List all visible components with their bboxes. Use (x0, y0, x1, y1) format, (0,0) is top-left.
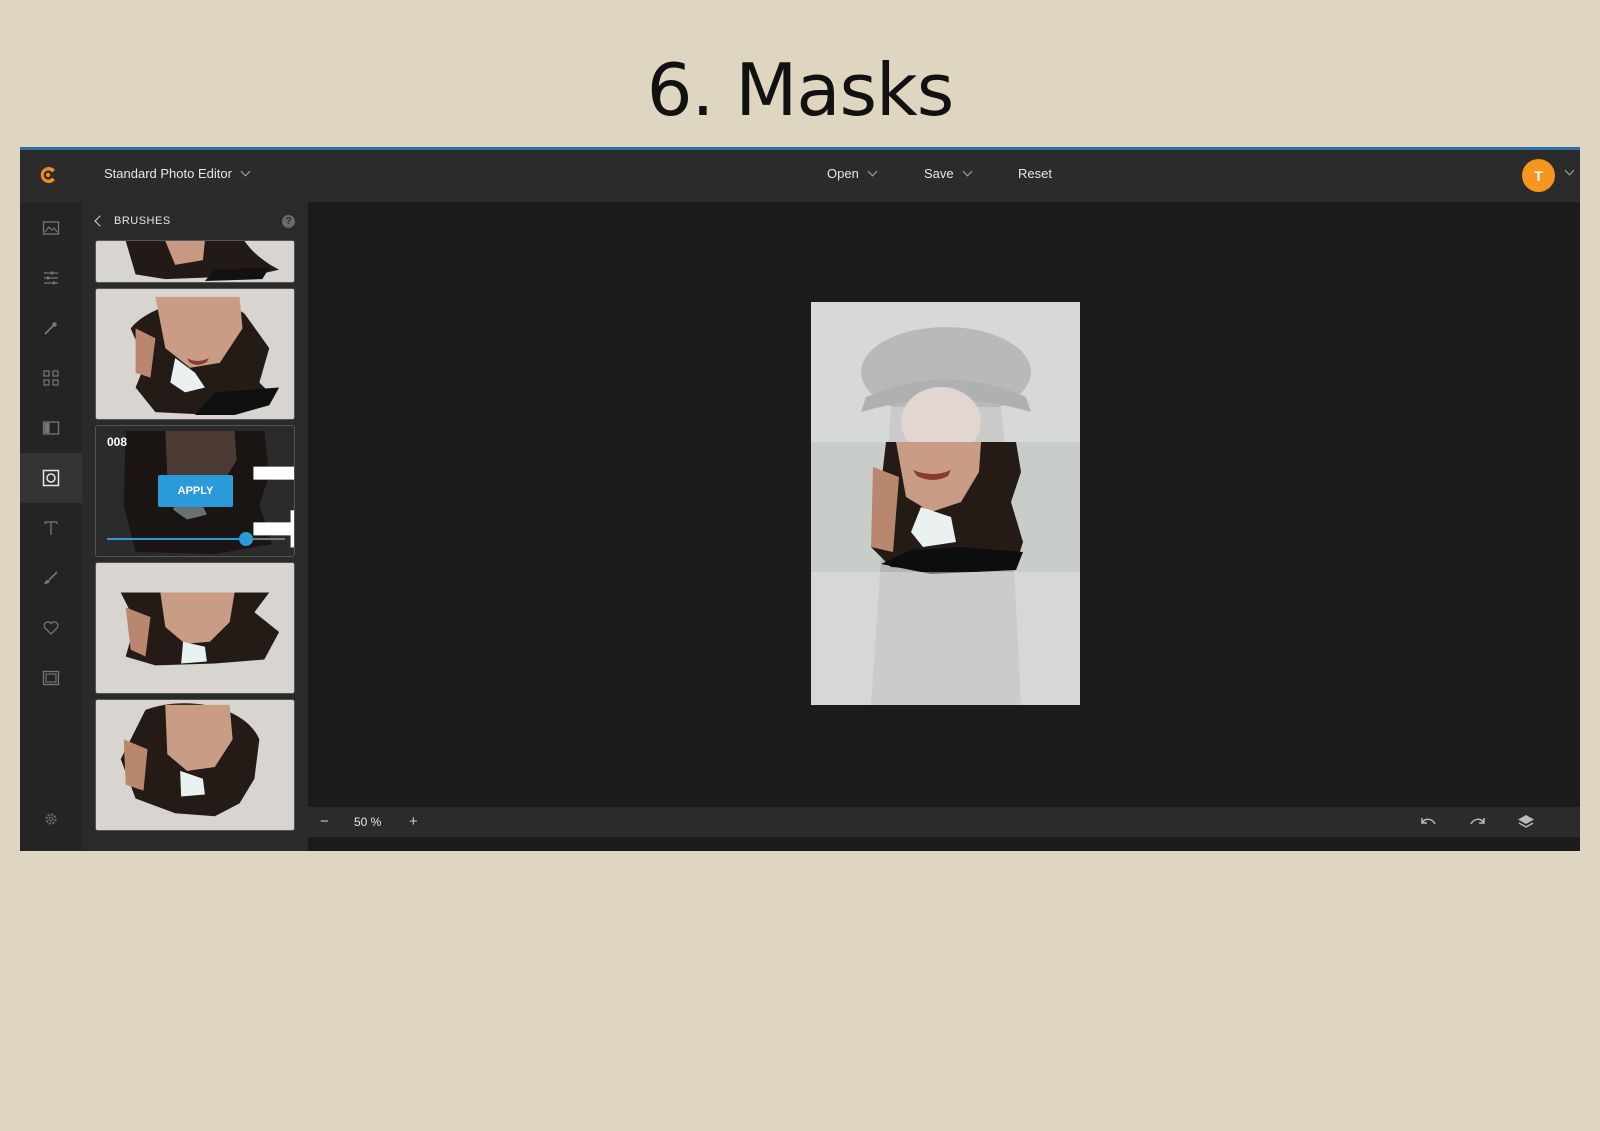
app-logo-icon (40, 167, 55, 183)
top-bar: Standard Photo Editor Open Save Reset T (20, 150, 1580, 202)
slider-fill (107, 538, 246, 540)
bottom-bar: − 50 % + (308, 807, 1580, 837)
frame-icon[interactable] (20, 653, 82, 703)
zoom-in-button[interactable]: + (409, 813, 418, 830)
save-label: Save (924, 166, 954, 181)
chevron-down-icon (867, 166, 878, 177)
brush-thumbnail[interactable] (95, 288, 295, 420)
masked-portrait (811, 302, 1080, 705)
mask-icon[interactable] (20, 453, 82, 503)
slide-title: 6. Masks (646, 48, 955, 132)
panel-header: BRUSHES ? (82, 202, 308, 240)
text-icon[interactable] (20, 503, 82, 553)
canvas-image[interactable] (811, 302, 1080, 705)
brush-icon[interactable] (20, 553, 82, 603)
save-menu[interactable]: Save (924, 166, 973, 181)
slider-knob[interactable] (238, 532, 253, 546)
reset-button[interactable]: Reset (1018, 166, 1052, 181)
brush-thumbnail[interactable] (95, 562, 295, 694)
redo-icon[interactable] (1468, 813, 1488, 831)
undo-icon[interactable] (1418, 813, 1438, 831)
photo-editor-window: Standard Photo Editor Open Save Reset T (20, 147, 1580, 851)
brush-thumbnail[interactable] (95, 240, 295, 283)
grid-icon[interactable] (20, 353, 82, 403)
adjust-sliders-icon[interactable] (20, 253, 82, 303)
magic-wand-icon[interactable] (20, 303, 82, 353)
tool-rail (20, 202, 82, 851)
back-icon[interactable] (94, 215, 106, 227)
layers-icon[interactable] (1516, 813, 1536, 831)
apply-button[interactable]: APPLY (158, 475, 233, 507)
editor-mode-select[interactable]: Standard Photo Editor (104, 166, 251, 181)
brush-card-active[interactable]: 008 APPLY (95, 425, 295, 557)
intensity-slider[interactable] (107, 532, 285, 546)
user-avatar[interactable]: T (1522, 159, 1555, 192)
brush-card-label: 008 (107, 435, 128, 449)
chevron-down-icon (962, 166, 973, 177)
gear-icon[interactable] (20, 794, 82, 844)
help-icon[interactable]: ? (282, 215, 295, 228)
brushes-panel: BRUSHES ? 008 APPLY (82, 202, 308, 851)
zoom-level: 50 % (354, 815, 382, 829)
image-icon[interactable] (20, 203, 82, 253)
zoom-out-button[interactable]: − (320, 813, 329, 830)
heart-icon[interactable] (20, 603, 82, 653)
brush-thumbnail[interactable] (95, 699, 295, 831)
editor-mode-label: Standard Photo Editor (104, 166, 232, 181)
layout-icon[interactable] (20, 403, 82, 453)
reset-label: Reset (1018, 166, 1052, 181)
open-label: Open (827, 166, 859, 181)
open-menu[interactable]: Open (827, 166, 878, 181)
chevron-down-icon[interactable] (1564, 165, 1575, 176)
panel-title: BRUSHES (114, 215, 171, 227)
chevron-down-icon (240, 166, 251, 177)
